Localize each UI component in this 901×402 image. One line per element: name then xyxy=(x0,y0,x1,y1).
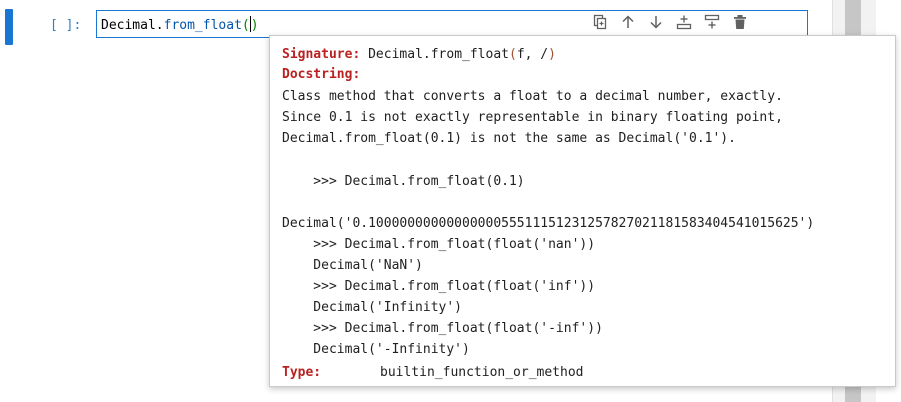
insert-above-icon xyxy=(676,14,692,34)
trash-icon xyxy=(732,14,748,34)
docstring-line: Decimal('Infinity') xyxy=(282,300,463,315)
code-open-paren: ( xyxy=(241,18,250,33)
docstring-line: Since 0.1 is not exactly representable i… xyxy=(282,110,783,125)
copy-icon xyxy=(592,14,608,34)
docstring-line: Decimal('NaN') xyxy=(282,258,423,273)
signature-close-paren: ) xyxy=(548,47,556,62)
signature-open-paren: ( xyxy=(509,47,517,62)
insert-above-button[interactable] xyxy=(672,13,696,35)
type-line: Type: builtin_function_or_method xyxy=(282,363,584,383)
type-value: builtin_function_or_method xyxy=(380,365,584,380)
cell-prompt: [ ]: xyxy=(50,18,82,33)
signature-label: Signature: xyxy=(282,47,361,62)
docstring-label: Docstring: xyxy=(282,67,361,82)
code-close-paren: ) xyxy=(250,18,259,33)
insert-below-button[interactable] xyxy=(700,13,724,35)
code-line: Decimal.from_float() xyxy=(101,16,259,33)
docstring-line: >>> Decimal.from_float(0.1) xyxy=(282,174,525,189)
move-up-button[interactable] xyxy=(616,13,640,35)
cell-toolbar xyxy=(588,13,756,35)
arrow-up-icon xyxy=(620,14,636,34)
inspector-tooltip: Signature: Decimal.from_float(f, /) Docs… xyxy=(269,35,896,387)
docstring-line: >>> Decimal.from_float(float('-inf')) xyxy=(282,321,603,336)
docstring-line: >>> Decimal.from_float(float('inf')) xyxy=(282,279,596,294)
arrow-down-icon xyxy=(648,14,664,34)
code-object: Decimal xyxy=(101,18,156,33)
active-cell-marker xyxy=(5,9,13,45)
code-method: from_float xyxy=(163,18,242,33)
docstring-line: >>> Decimal.from_float(float('nan')) xyxy=(282,237,596,252)
delete-cell-button[interactable] xyxy=(728,13,752,35)
signature-line: Signature: Decimal.from_float(f, /) xyxy=(282,45,556,65)
docstring-line: Decimal('-Infinity') xyxy=(282,342,470,357)
type-label: Type: xyxy=(282,365,322,380)
signature-args: f, / xyxy=(516,47,549,62)
docstring-line: Decimal('0.10000000000000000555111512312… xyxy=(282,216,815,231)
insert-below-icon xyxy=(704,14,720,34)
code-dot: . xyxy=(155,18,164,33)
move-down-button[interactable] xyxy=(644,13,668,35)
docstring-line: Decimal.from_float(0.1) is not the same … xyxy=(282,131,736,146)
docstring-line: Class method that converts a float to a … xyxy=(282,89,783,104)
signature-name: Decimal.from_float xyxy=(368,47,509,62)
duplicate-cell-button[interactable] xyxy=(588,13,612,35)
